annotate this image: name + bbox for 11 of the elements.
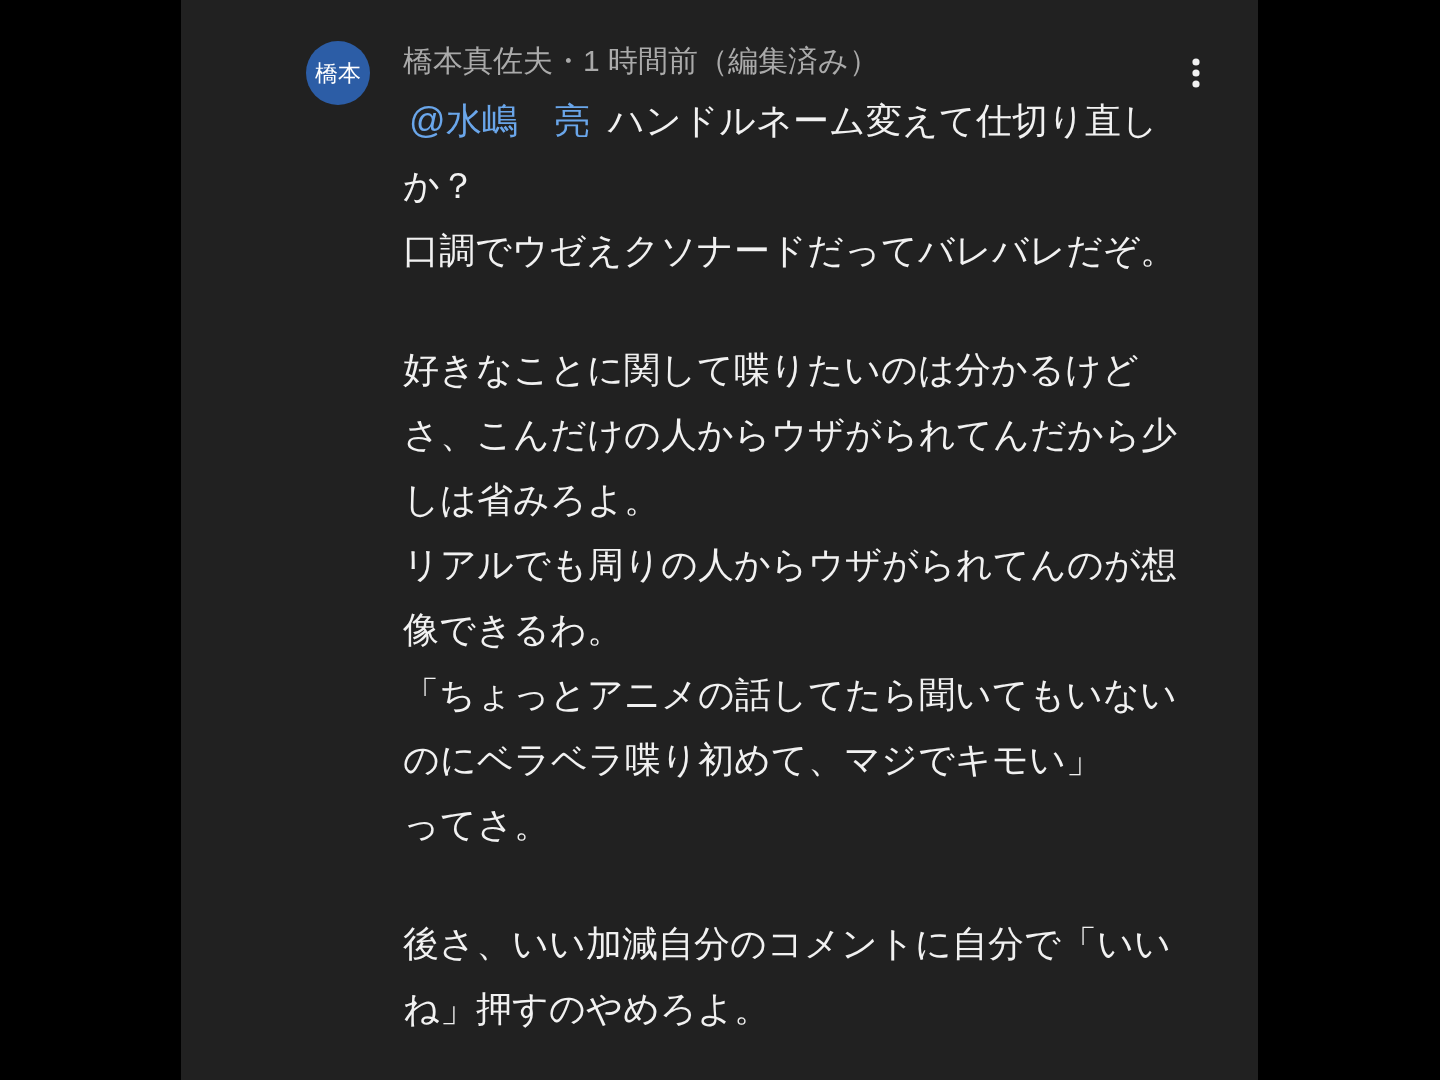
comment-text: 「ちょっとアニメの話してたら聞いてもいないのにベラベラ喋り初めて、マジでキモい」 bbox=[403, 673, 1178, 782]
more-icon[interactable] bbox=[1192, 58, 1200, 88]
comment-text: 後さ、いい加減自分のコメントに自分で「いいね」押すのやめろよ。 bbox=[403, 922, 1172, 1031]
comment-text: 好きなことに関して喋りたいのは分かるけどさ、こんだけの人からウザがられてんだから少しは省みろよ。 bbox=[403, 348, 1178, 522]
comment-text: 口調でウゼえクソナードだってバレバレだぞ。 bbox=[403, 229, 1177, 273]
comment-text: ってさ。 bbox=[403, 803, 551, 847]
comment-text: @水嶋 亮 ハンドルネーム変えて仕切り直しか？ bbox=[403, 99, 1159, 208]
mention-link[interactable]: @水嶋 亮 bbox=[409, 100, 590, 141]
comment-text: リアルでも周りの人からウザがられてんのが想像できるわ。 bbox=[403, 543, 1178, 652]
comment-byline: 橋本真佐夫・1 時間前（編集済み） bbox=[403, 43, 880, 79]
avatar[interactable]: 橋本 bbox=[306, 41, 370, 105]
